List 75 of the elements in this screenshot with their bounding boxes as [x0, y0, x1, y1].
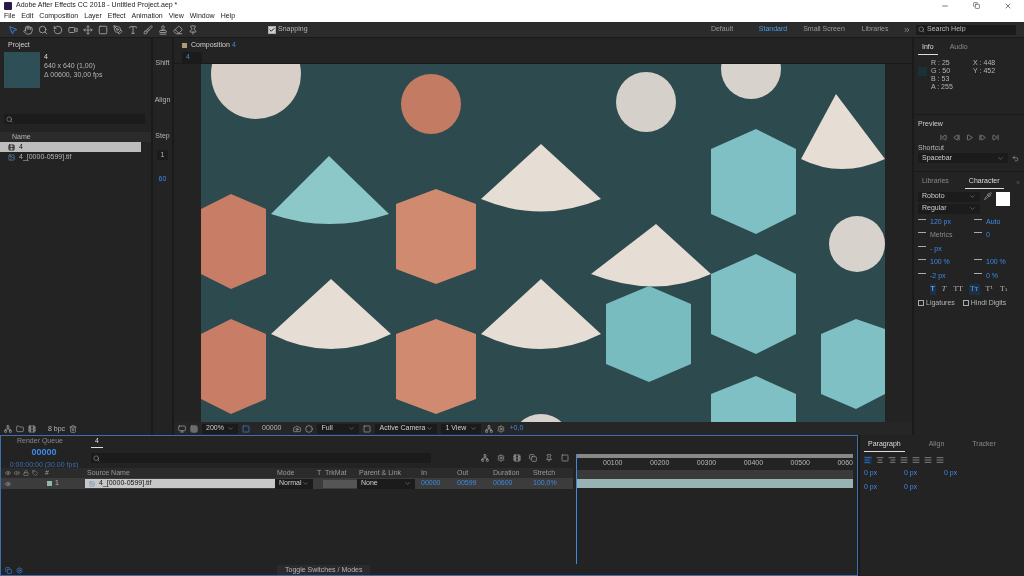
hand-icon[interactable]	[23, 24, 33, 35]
comp-icon[interactable]	[5, 566, 12, 574]
shy-icon[interactable]	[481, 454, 489, 462]
caret-icon	[302, 480, 309, 487]
next-frame-icon[interactable]	[978, 133, 986, 141]
settings-icon[interactable]	[16, 566, 23, 574]
frame-blend-icon[interactable]	[513, 454, 521, 462]
rectangle-icon[interactable]	[98, 24, 108, 35]
thumbnail-placeholder	[4, 52, 40, 88]
zoom-icon[interactable]	[38, 24, 48, 35]
label-color-icon	[47, 481, 52, 486]
pen-icon[interactable]	[113, 24, 123, 35]
composition-icon[interactable]	[28, 425, 36, 433]
pin-icon[interactable]	[188, 24, 198, 35]
search-icon	[6, 115, 13, 123]
pin-icon[interactable]	[545, 454, 553, 462]
speaker-icon	[14, 470, 20, 477]
search-icon	[918, 26, 925, 33]
camera-icon[interactable]	[68, 24, 78, 35]
align-icon[interactable]	[936, 455, 944, 464]
footage-icon	[89, 480, 95, 487]
eye-icon	[5, 470, 11, 477]
caret-icon	[227, 425, 234, 432]
caret-icon	[470, 425, 478, 432]
caret-icon	[997, 154, 1004, 162]
search-icon	[93, 454, 100, 462]
settings-icon[interactable]	[497, 424, 506, 433]
rotate-icon[interactable]	[53, 24, 63, 35]
color-wheel-icon[interactable]	[305, 424, 314, 433]
eyedropper-icon[interactable]	[984, 191, 992, 200]
snapshot-icon[interactable]	[293, 424, 302, 433]
arrow-pointer-icon[interactable]	[8, 24, 18, 35]
first-frame-icon[interactable]	[939, 133, 947, 141]
graph-editor-icon[interactable]	[561, 454, 569, 462]
align-icon[interactable]	[888, 455, 896, 464]
align-icon[interactable]	[912, 455, 920, 464]
copy-icon[interactable]	[529, 454, 537, 462]
align-icon[interactable]	[876, 455, 884, 464]
align-icon[interactable]	[864, 455, 872, 464]
trash-icon[interactable]	[69, 425, 78, 433]
footage-icon	[8, 153, 15, 161]
timeline-search-field[interactable]	[91, 453, 431, 463]
flowchart-icon[interactable]	[4, 425, 12, 433]
play-icon[interactable]	[965, 133, 973, 141]
monitor-icon[interactable]	[178, 424, 186, 433]
motion-blur-icon[interactable]	[497, 454, 505, 462]
project-search-field[interactable]	[4, 114, 145, 124]
caret-icon	[348, 425, 356, 432]
last-frame-icon[interactable]	[991, 133, 999, 141]
eraser-icon[interactable]	[173, 24, 183, 35]
trkmat-field[interactable]	[323, 479, 357, 488]
app-logo-icon	[4, 1, 12, 10]
toggle-icon[interactable]	[363, 424, 372, 433]
stamp-icon[interactable]	[158, 24, 168, 35]
align-icon[interactable]	[900, 455, 908, 464]
caret-icon	[426, 425, 434, 432]
flowchart-icon[interactable]	[485, 424, 494, 433]
folder-icon[interactable]	[16, 425, 24, 433]
close-icon[interactable]	[1004, 1, 1012, 10]
reset-icon[interactable]	[1012, 154, 1019, 162]
fill-color-swatch[interactable]	[996, 191, 1010, 206]
check-icon	[269, 26, 275, 33]
more-icon[interactable]	[903, 25, 911, 34]
previous-frame-icon[interactable]	[952, 133, 960, 141]
caret-icon	[404, 480, 411, 487]
composition-icon	[8, 143, 15, 151]
type-icon[interactable]	[128, 24, 138, 35]
region-icon[interactable]	[242, 424, 250, 433]
restore-icon[interactable]	[973, 2, 980, 9]
timecode[interactable]: 00000	[31, 446, 57, 460]
visibility-icon[interactable]	[5, 480, 11, 487]
align-icon[interactable]	[924, 455, 932, 464]
tag-icon	[32, 470, 38, 477]
move-icon[interactable]	[83, 24, 93, 35]
brush-icon[interactable]	[143, 24, 153, 35]
